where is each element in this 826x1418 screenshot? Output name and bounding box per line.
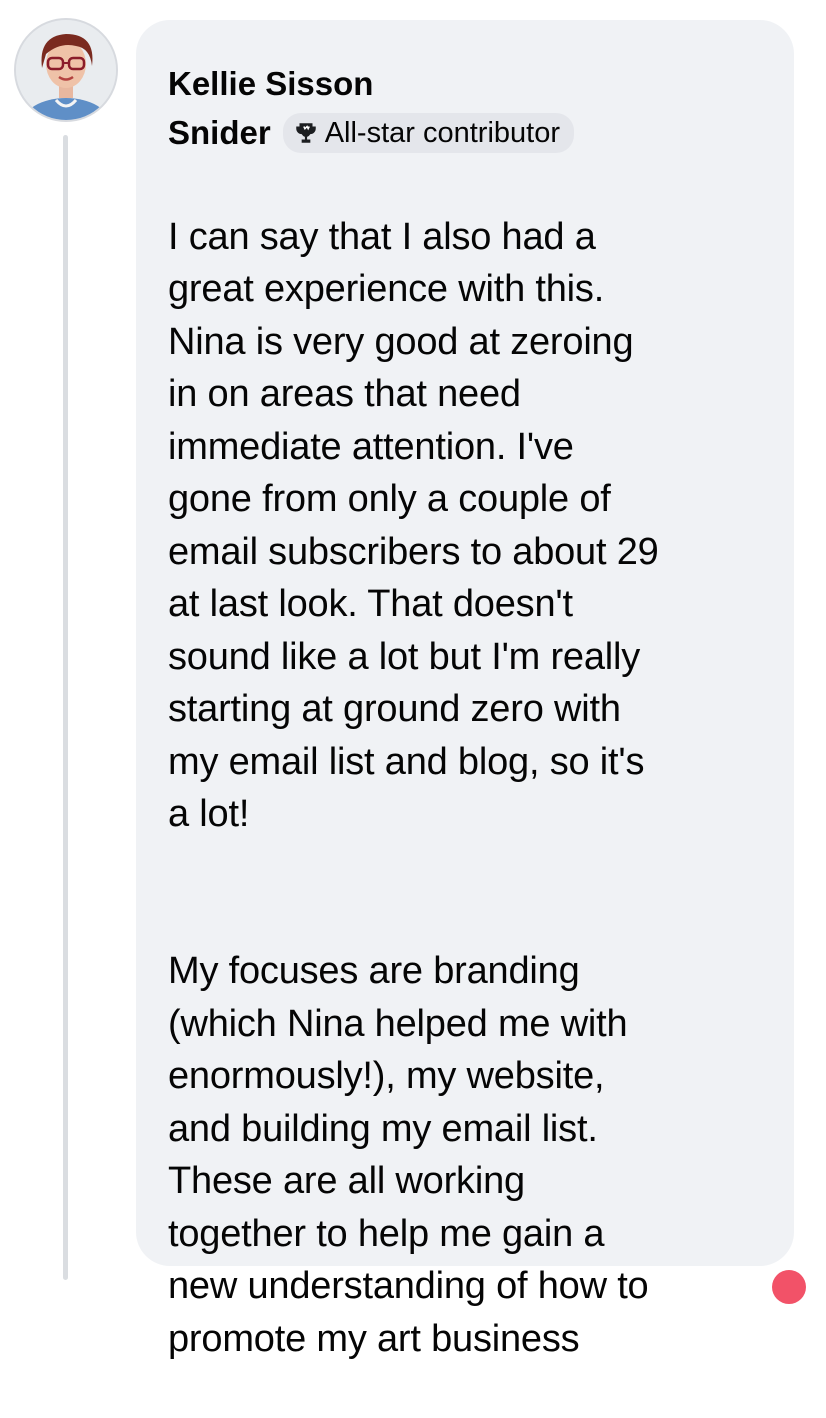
reaction-icon[interactable]	[772, 1270, 806, 1304]
comment-bubble: Kellie Sisson Snider All-star contributo…	[136, 20, 794, 1360]
author-name-last[interactable]: Snider	[168, 114, 271, 152]
comment-paragraph: I can say that I also had a great experi…	[168, 215, 659, 836]
author-name[interactable]: Kellie Sisson	[168, 60, 774, 108]
all-star-contributor-badge[interactable]: All-star contributor	[282, 113, 575, 153]
thread-line	[63, 135, 68, 1280]
comment-text: I can say that I also had a great experi…	[168, 158, 774, 1418]
trophy-icon	[295, 123, 316, 143]
avatar[interactable]	[14, 18, 118, 122]
comment-paragraph: My focuses are branding (which Nina help…	[168, 950, 649, 1360]
avatar-image	[16, 20, 116, 120]
author-name-continued: Snider All-star contributor	[168, 108, 774, 158]
badge-label: All-star contributor	[324, 116, 561, 149]
